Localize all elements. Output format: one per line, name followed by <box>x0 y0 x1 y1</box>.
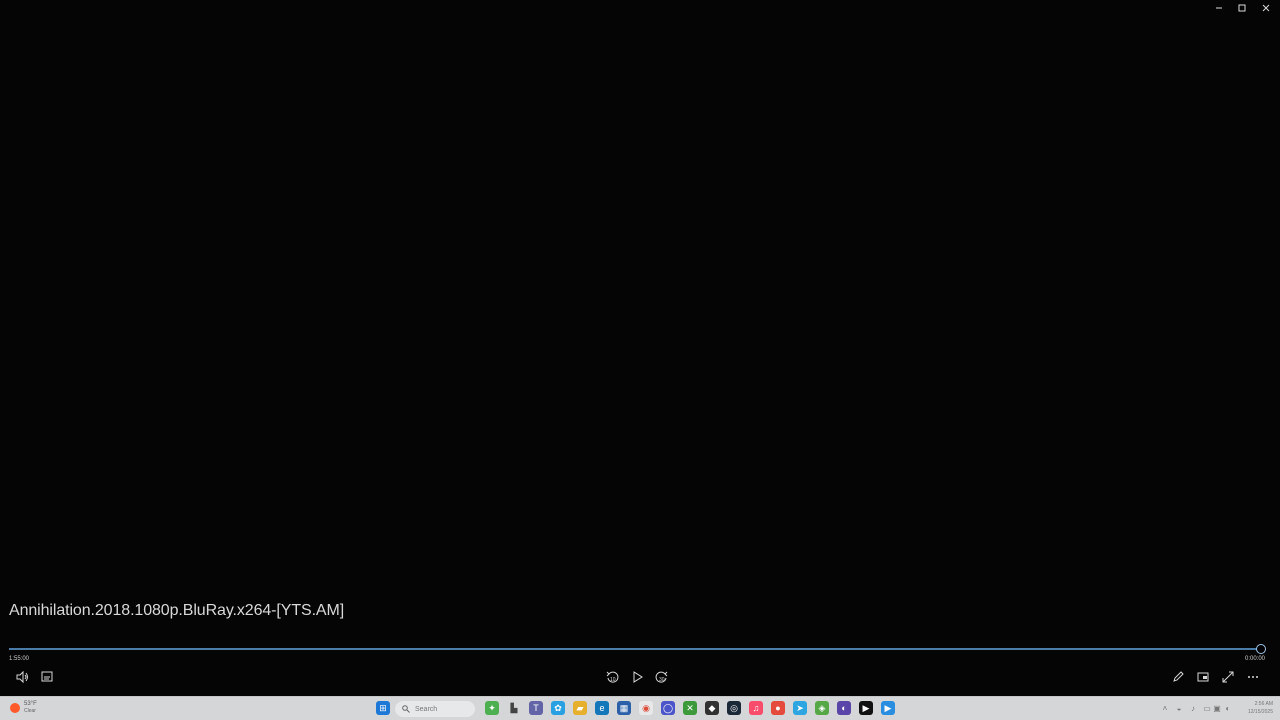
file-explorer-icon[interactable]: ▙ <box>507 701 521 715</box>
telegram-icon[interactable]: ➤ <box>793 701 807 715</box>
windows-start-icon[interactable]: ⊞ <box>376 701 390 715</box>
subtitles-icon[interactable] <box>39 669 55 685</box>
record-icon[interactable]: ● <box>771 701 785 715</box>
game-launcher-icon[interactable]: ◆ <box>705 701 719 715</box>
play-icon[interactable] <box>629 669 645 685</box>
folder-icon[interactable]: ▰ <box>573 701 587 715</box>
close-icon[interactable] <box>1254 0 1278 16</box>
chevron-up-icon[interactable]: ˄ <box>1160 703 1170 713</box>
xbox-game-icon[interactable]: ✦ <box>485 701 499 715</box>
elapsed-time: 1:55:00 <box>9 656 30 662</box>
taskbar: 53°F Clear ⊞ ✦ ▙ T ✿ ▰ e ▦ ◉ ◯ ✕ ◆ ◎ ♫ ●… <box>0 696 1280 720</box>
microphone-icon[interactable]: ♪ <box>1188 703 1198 713</box>
speaker-icon[interactable]: ◖ <box>1222 703 1232 713</box>
more-icon[interactable] <box>1245 669 1261 685</box>
fullscreen-icon[interactable] <box>1220 669 1236 685</box>
clock-date: 12/15/2025 <box>1247 709 1273 715</box>
circle-app-icon[interactable]: ◐ <box>837 701 851 715</box>
taskbar-clock[interactable]: 2:56 AM 12/15/2025 <box>1235 700 1273 716</box>
weather-temperature: 53°F <box>24 701 37 707</box>
vpn-icon[interactable]: ◒ <box>1174 703 1184 713</box>
apple-tv-icon[interactable]: ▶ <box>859 701 873 715</box>
calculator-icon[interactable]: ▦ <box>617 701 631 715</box>
seek-bar[interactable] <box>9 648 1261 650</box>
svg-text:10: 10 <box>610 677 616 683</box>
weather-condition: Clear <box>24 708 36 714</box>
restore-icon[interactable] <box>1230 0 1254 16</box>
copilot-icon[interactable]: ✿ <box>551 701 565 715</box>
steam-icon[interactable]: ◎ <box>727 701 741 715</box>
video-title: Annihilation.2018.1080p.BluRay.x264-[YTS… <box>9 602 345 619</box>
media-player-window: Annihilation.2018.1080p.BluRay.x264-[YTS… <box>0 0 1280 720</box>
chat-icon[interactable]: ◯ <box>661 701 675 715</box>
video-surface[interactable] <box>0 0 1280 696</box>
volume-icon[interactable] <box>14 669 30 685</box>
taskbar-search[interactable]: Search <box>395 701 475 717</box>
clock-time: 2:56 AM <box>1254 701 1273 707</box>
apple-music-icon[interactable]: ♫ <box>749 701 763 715</box>
seek-thumb[interactable] <box>1256 644 1266 654</box>
system-tray: ˄ ◒ ♪ ▭ ▣ ◖ <box>1160 703 1234 715</box>
skip-forward-30-icon[interactable]: 30 <box>654 669 670 685</box>
edit-icon[interactable] <box>1170 669 1186 685</box>
edge-icon[interactable]: e <box>595 701 609 715</box>
xbox-icon[interactable]: ✕ <box>683 701 697 715</box>
display-icon[interactable]: ▭ <box>1202 703 1212 713</box>
weather-widget[interactable]: 53°F Clear <box>9 700 43 718</box>
remaining-time: 0:00:00 <box>1245 656 1266 662</box>
network-icon[interactable]: ▣ <box>1212 703 1222 713</box>
minimize-icon[interactable] <box>1207 0 1231 16</box>
svg-text:30: 30 <box>659 677 665 683</box>
media-player-icon[interactable]: ▶ <box>881 701 895 715</box>
browser-icon[interactable]: ◈ <box>815 701 829 715</box>
skip-back-10-icon[interactable]: 10 <box>604 669 620 685</box>
chrome-icon[interactable]: ◉ <box>639 701 653 715</box>
search-icon <box>402 705 410 713</box>
search-placeholder: Search <box>415 705 438 713</box>
teams-icon[interactable]: T <box>529 701 543 715</box>
miniplayer-icon[interactable] <box>1195 669 1211 685</box>
weather-icon <box>10 703 20 713</box>
